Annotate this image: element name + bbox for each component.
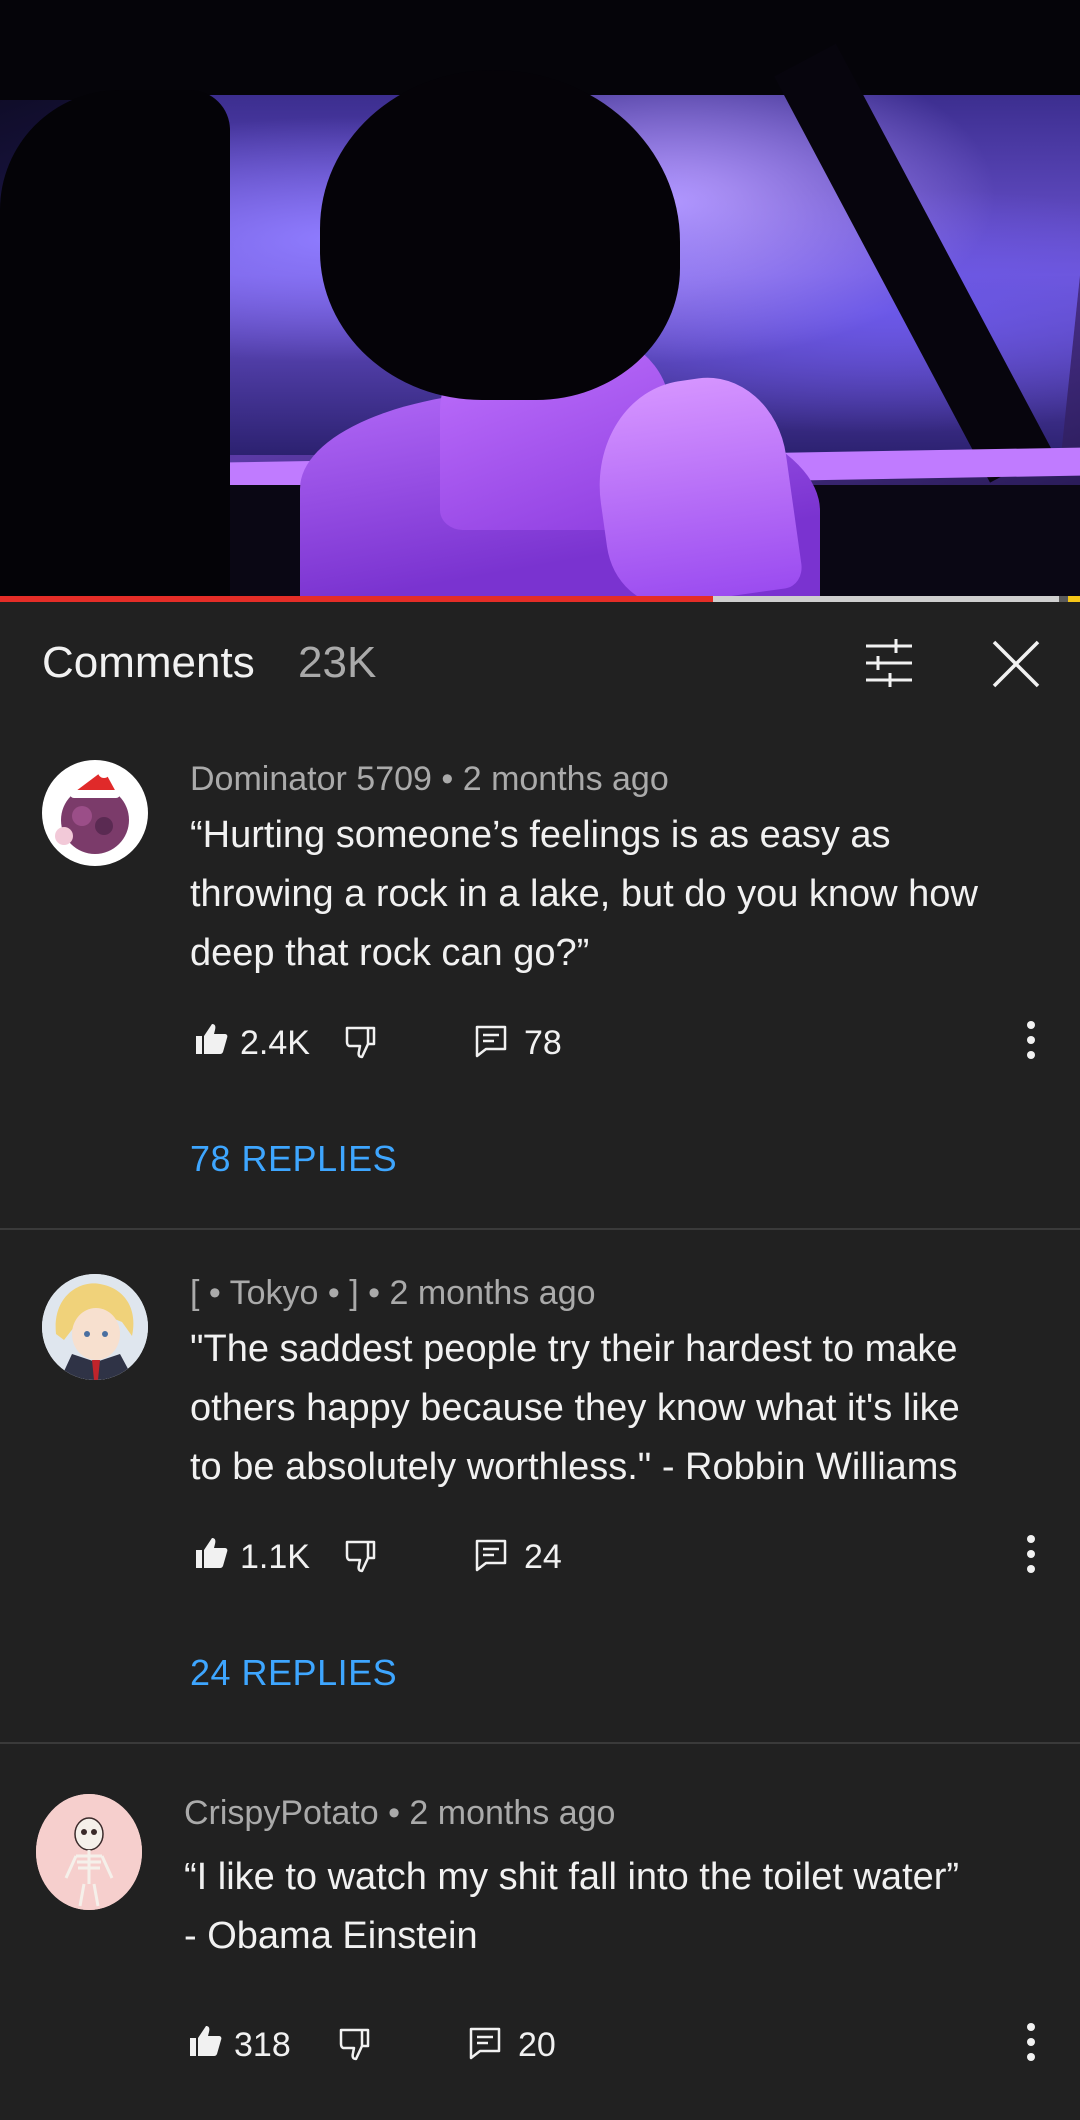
comments-title: Comments — [42, 638, 255, 687]
comment-line: “I like to watch my shit fall into the t… — [184, 1856, 960, 1898]
comment-actions: 318 20 — [188, 2024, 608, 2074]
like-count: 318 — [234, 2026, 291, 2064]
view-replies-button[interactable]: 24 REPLIES — [190, 1652, 397, 1694]
like-icon[interactable] — [194, 1022, 228, 1056]
dislike-icon[interactable] — [344, 1024, 380, 1060]
comment-text: “Hurting someone’s feelings is as easy a… — [190, 806, 1080, 983]
close-icon[interactable] — [990, 638, 1042, 690]
comment-divider — [0, 1742, 1080, 1744]
avatar-image — [42, 1274, 148, 1380]
comment-line: others happy because they know what it's… — [190, 1387, 960, 1429]
comment-line: - Obama Einstein — [184, 1915, 478, 1957]
comment-text: "The saddest people try their hardest to… — [190, 1320, 1080, 1497]
like-icon[interactable] — [194, 1536, 228, 1570]
like-icon[interactable] — [188, 2024, 222, 2058]
reply-count: 20 — [518, 2026, 556, 2064]
reply-count: 24 — [524, 1538, 562, 1576]
more-options-icon[interactable] — [1016, 1534, 1046, 1574]
comment-actions: 1.1K 24 — [194, 1536, 614, 1586]
comment-divider — [0, 1228, 1080, 1230]
avatar-image — [36, 1794, 142, 1910]
like-count: 2.4K — [240, 1024, 310, 1062]
avatar[interactable] — [42, 760, 148, 866]
comment-line: throwing a rock in a lake, but do you kn… — [190, 873, 978, 915]
reply-icon[interactable] — [474, 1024, 508, 1058]
comment-line: “Hurting someone’s feelings is as easy a… — [190, 814, 891, 856]
like-count: 1.1K — [240, 1538, 310, 1576]
comments-count: 23K — [298, 638, 377, 687]
comment-meta: [ • Tokyo • ] • 2 months ago — [190, 1274, 596, 1312]
comment-meta: Dominator 5709 • 2 months ago — [190, 760, 669, 798]
comment-line: "The saddest people try their hardest to… — [190, 1328, 958, 1370]
dislike-icon[interactable] — [338, 2026, 374, 2062]
seat-silhouette — [0, 90, 230, 596]
avatar[interactable] — [42, 1274, 148, 1380]
reply-icon[interactable] — [474, 1538, 508, 1572]
comment-actions: 2.4K 78 — [194, 1022, 614, 1072]
filter-icon[interactable] — [862, 636, 916, 690]
more-options-icon[interactable] — [1016, 1020, 1046, 1060]
comment-line: to be absolutely worthless." - Robbin Wi… — [190, 1446, 958, 1488]
comment-text: “I like to watch my shit fall into the t… — [184, 1848, 1080, 1966]
reply-icon[interactable] — [468, 2026, 502, 2060]
more-options-icon[interactable] — [1016, 2022, 1046, 2062]
reply-count: 78 — [524, 1024, 562, 1062]
comment-meta: CrispyPotato • 2 months ago — [184, 1794, 616, 1832]
comment-line: deep that rock can go?” — [190, 932, 590, 974]
comments-header: Comments 23K — [0, 602, 1080, 728]
avatar[interactable] — [36, 1794, 142, 1910]
video-player[interactable] — [0, 0, 1080, 596]
avatar-image — [55, 766, 129, 854]
view-replies-button[interactable]: 78 REPLIES — [190, 1138, 397, 1180]
dislike-icon[interactable] — [344, 1538, 380, 1574]
